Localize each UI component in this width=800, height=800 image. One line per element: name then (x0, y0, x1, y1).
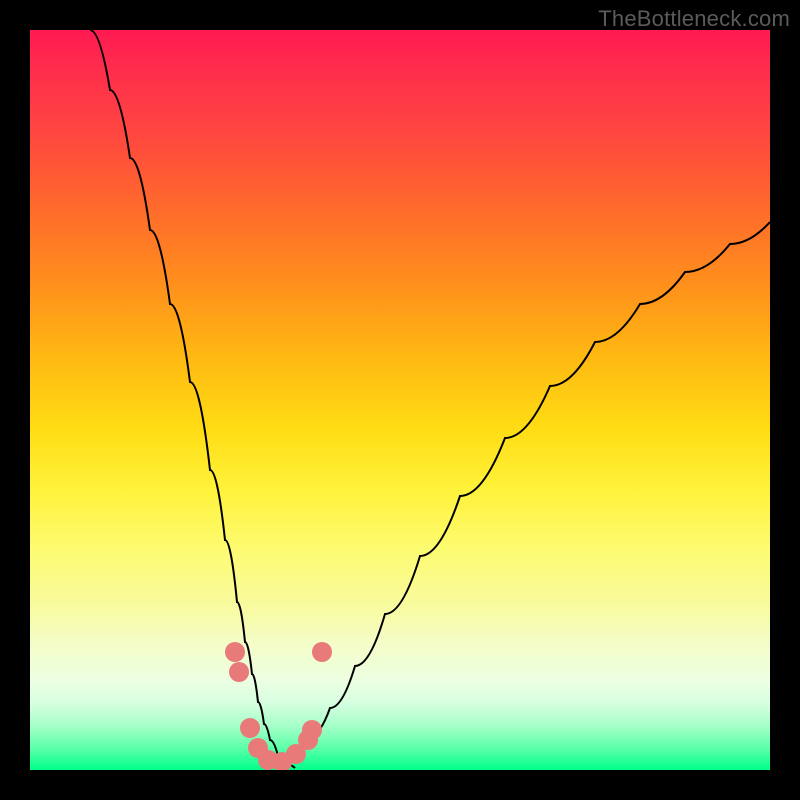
data-marker (225, 642, 245, 662)
watermark-label: TheBottleneck.com (598, 6, 790, 32)
data-marker (229, 662, 249, 682)
chart-frame: TheBottleneck.com (0, 0, 800, 800)
data-marker (240, 718, 260, 738)
plot-area (30, 30, 770, 770)
curves-svg (30, 30, 770, 770)
right-curve (270, 222, 770, 766)
data-marker (302, 720, 322, 740)
data-marker (312, 642, 332, 662)
markers-group (225, 642, 332, 770)
left-curve (90, 30, 295, 768)
